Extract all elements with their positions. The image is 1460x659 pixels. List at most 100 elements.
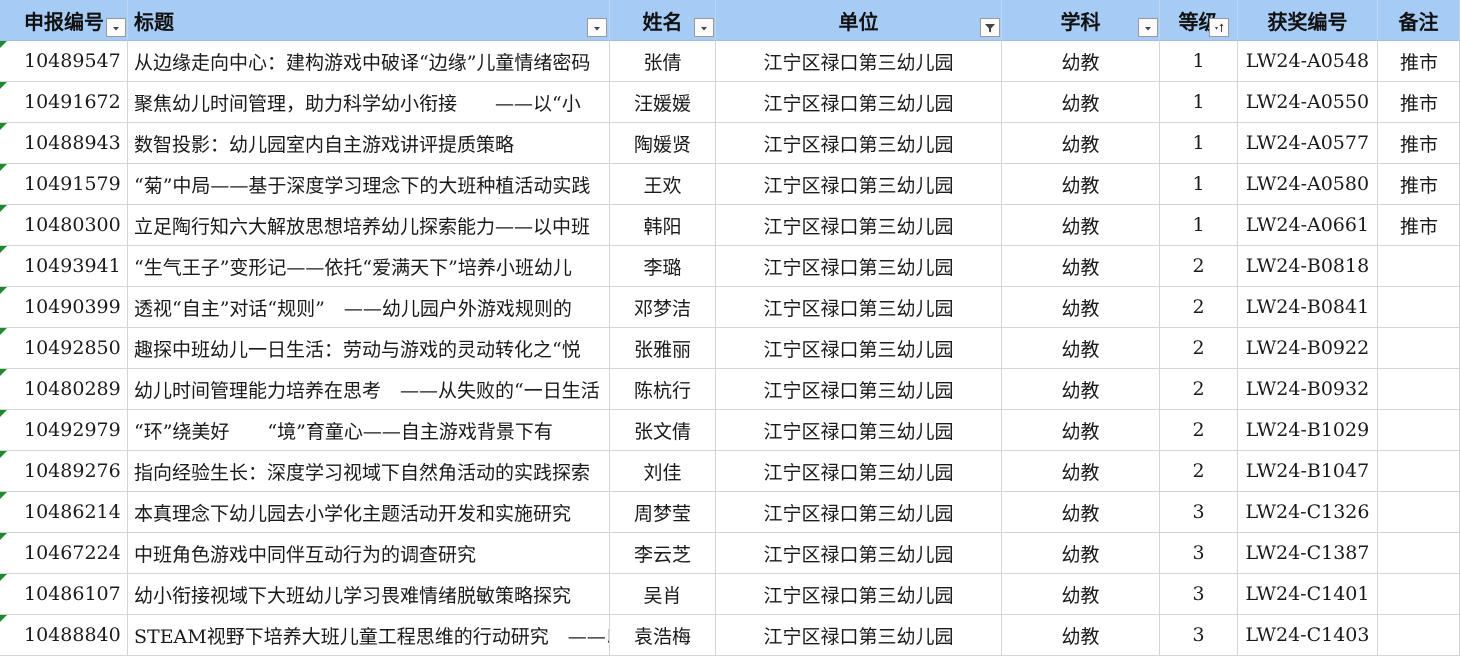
cell-subject[interactable]: 幼教 <box>1002 205 1160 246</box>
cell-award-number[interactable]: LW24-B1047 <box>1238 451 1378 492</box>
cell-award-number[interactable]: LW24-C1403 <box>1238 615 1378 656</box>
cell-grade[interactable]: 1 <box>1160 205 1238 246</box>
cell-unit[interactable]: 江宁区禄口第三幼儿园 <box>716 410 1002 451</box>
cell-declaration-number[interactable]: 10488840 <box>0 615 128 656</box>
cell-name[interactable]: 邓梦洁 <box>610 287 716 328</box>
cell-grade[interactable]: 2 <box>1160 246 1238 287</box>
filter-funnel-icon-button[interactable] <box>980 18 1000 37</box>
cell-remark[interactable] <box>1378 615 1460 656</box>
cell-grade[interactable]: 2 <box>1160 410 1238 451</box>
cell-unit[interactable]: 江宁区禄口第三幼儿园 <box>716 82 1002 123</box>
cell-subject[interactable]: 幼教 <box>1002 82 1160 123</box>
chevron-down-icon-button[interactable] <box>1138 18 1158 37</box>
cell-remark[interactable]: 推市 <box>1378 82 1460 123</box>
cell-title[interactable]: STEAM视野下培养大班儿童工程思维的行动研究 ——以 <box>128 615 610 656</box>
column-header-remark[interactable]: 备注 <box>1378 0 1460 41</box>
chevron-down-icon-button[interactable] <box>694 18 714 37</box>
cell-declaration-number[interactable]: 10492979 <box>0 410 128 451</box>
cell-remark[interactable] <box>1378 410 1460 451</box>
cell-title[interactable]: 中班角色游戏中同伴互动行为的调查研究 <box>128 533 610 574</box>
cell-award-number[interactable]: LW24-A0548 <box>1238 41 1378 82</box>
cell-unit[interactable]: 江宁区禄口第三幼儿园 <box>716 492 1002 533</box>
cell-award-number[interactable]: LW24-A0580 <box>1238 164 1378 205</box>
cell-unit[interactable]: 江宁区禄口第三幼儿园 <box>716 574 1002 615</box>
cell-remark[interactable]: 推市 <box>1378 205 1460 246</box>
cell-name[interactable]: 李璐 <box>610 246 716 287</box>
cell-unit[interactable]: 江宁区禄口第三幼儿园 <box>716 328 1002 369</box>
cell-remark[interactable]: 推市 <box>1378 123 1460 164</box>
cell-subject[interactable]: 幼教 <box>1002 123 1160 164</box>
cell-title[interactable]: 本真理念下幼儿园去小学化主题活动开发和实施研究 <box>128 492 610 533</box>
column-header-declaration-number[interactable]: 申报编号 <box>0 0 128 41</box>
cell-name[interactable]: 李云芝 <box>610 533 716 574</box>
column-header-award-number[interactable]: 获奖编号 <box>1238 0 1378 41</box>
cell-unit[interactable]: 江宁区禄口第三幼儿园 <box>716 123 1002 164</box>
chevron-down-icon-button[interactable] <box>587 18 607 37</box>
cell-title[interactable]: “生气王子”变形记——依托“爱满天下”培养小班幼儿 <box>128 246 610 287</box>
cell-grade[interactable]: 1 <box>1160 82 1238 123</box>
cell-grade[interactable]: 2 <box>1160 369 1238 410</box>
cell-remark[interactable] <box>1378 451 1460 492</box>
cell-award-number[interactable]: LW24-C1326 <box>1238 492 1378 533</box>
cell-remark[interactable] <box>1378 492 1460 533</box>
cell-remark[interactable] <box>1378 287 1460 328</box>
cell-award-number[interactable]: LW24-B0818 <box>1238 246 1378 287</box>
cell-name[interactable]: 张文倩 <box>610 410 716 451</box>
cell-remark[interactable] <box>1378 533 1460 574</box>
cell-unit[interactable]: 江宁区禄口第三幼儿园 <box>716 287 1002 328</box>
cell-grade[interactable]: 1 <box>1160 123 1238 164</box>
cell-subject[interactable]: 幼教 <box>1002 369 1160 410</box>
sort-ascending-icon-button[interactable] <box>1209 18 1229 37</box>
cell-unit[interactable]: 江宁区禄口第三幼儿园 <box>716 615 1002 656</box>
cell-name[interactable]: 张雅丽 <box>610 328 716 369</box>
cell-grade[interactable]: 3 <box>1160 574 1238 615</box>
cell-title[interactable]: 聚焦幼儿时间管理，助力科学幼小衔接 ——以“小 <box>128 82 610 123</box>
cell-name[interactable]: 韩阳 <box>610 205 716 246</box>
cell-grade[interactable]: 1 <box>1160 164 1238 205</box>
cell-declaration-number[interactable]: 10489276 <box>0 451 128 492</box>
cell-subject[interactable]: 幼教 <box>1002 533 1160 574</box>
column-header-title[interactable]: 标题 <box>128 0 610 41</box>
cell-subject[interactable]: 幼教 <box>1002 246 1160 287</box>
cell-grade[interactable]: 3 <box>1160 533 1238 574</box>
cell-unit[interactable]: 江宁区禄口第三幼儿园 <box>716 246 1002 287</box>
cell-award-number[interactable]: LW24-A0661 <box>1238 205 1378 246</box>
cell-declaration-number[interactable]: 10486214 <box>0 492 128 533</box>
cell-subject[interactable]: 幼教 <box>1002 287 1160 328</box>
cell-declaration-number[interactable]: 10493941 <box>0 246 128 287</box>
cell-declaration-number[interactable]: 10486107 <box>0 574 128 615</box>
chevron-down-icon-button[interactable] <box>106 18 126 37</box>
cell-declaration-number[interactable]: 10491579 <box>0 164 128 205</box>
cell-subject[interactable]: 幼教 <box>1002 328 1160 369</box>
cell-remark[interactable]: 推市 <box>1378 164 1460 205</box>
cell-grade[interactable]: 1 <box>1160 41 1238 82</box>
cell-grade[interactable]: 2 <box>1160 328 1238 369</box>
cell-title[interactable]: 幼儿时间管理能力培养在思考 ——从失败的“一日生活 <box>128 369 610 410</box>
cell-award-number[interactable]: LW24-C1387 <box>1238 533 1378 574</box>
cell-award-number[interactable]: LW24-C1401 <box>1238 574 1378 615</box>
cell-declaration-number[interactable]: 10467224 <box>0 533 128 574</box>
cell-subject[interactable]: 幼教 <box>1002 574 1160 615</box>
cell-award-number[interactable]: LW24-A0550 <box>1238 82 1378 123</box>
cell-remark[interactable] <box>1378 574 1460 615</box>
cell-award-number[interactable]: LW24-A0577 <box>1238 123 1378 164</box>
cell-declaration-number[interactable]: 10491672 <box>0 82 128 123</box>
cell-title[interactable]: 趣探中班幼儿一日生活：劳动与游戏的灵动转化之“悦 <box>128 328 610 369</box>
cell-title[interactable]: 透视“自主”对话“规则” ——幼儿园户外游戏规则的 <box>128 287 610 328</box>
cell-name[interactable]: 吴肖 <box>610 574 716 615</box>
cell-grade[interactable]: 3 <box>1160 492 1238 533</box>
cell-title[interactable]: 立足陶行知六大解放思想培养幼儿探索能力——以中班 <box>128 205 610 246</box>
cell-remark[interactable] <box>1378 328 1460 369</box>
cell-declaration-number[interactable]: 10480289 <box>0 369 128 410</box>
cell-name[interactable]: 张倩 <box>610 41 716 82</box>
cell-subject[interactable]: 幼教 <box>1002 451 1160 492</box>
cell-name[interactable]: 汪媛媛 <box>610 82 716 123</box>
cell-subject[interactable]: 幼教 <box>1002 615 1160 656</box>
cell-name[interactable]: 周梦莹 <box>610 492 716 533</box>
cell-declaration-number[interactable]: 10492850 <box>0 328 128 369</box>
cell-name[interactable]: 王欢 <box>610 164 716 205</box>
cell-grade[interactable]: 2 <box>1160 287 1238 328</box>
cell-name[interactable]: 袁浩梅 <box>610 615 716 656</box>
cell-name[interactable]: 陶媛贤 <box>610 123 716 164</box>
cell-unit[interactable]: 江宁区禄口第三幼儿园 <box>716 369 1002 410</box>
